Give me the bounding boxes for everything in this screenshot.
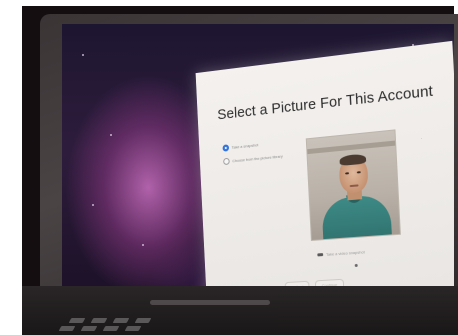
photo: Select a Picture For This Account Take a… bbox=[0, 0, 458, 335]
star bbox=[142, 244, 144, 246]
star bbox=[110, 134, 112, 136]
keyboard-key bbox=[112, 318, 130, 323]
keyboard-key bbox=[124, 326, 142, 331]
wall-trim bbox=[307, 140, 396, 155]
keyboard-key bbox=[58, 326, 76, 331]
laptop-screen: Select a Picture For This Account Take a… bbox=[62, 24, 454, 306]
keyboard-key bbox=[90, 318, 108, 323]
radio-selected-icon[interactable] bbox=[222, 144, 230, 152]
setup-dialog: Select a Picture For This Account Take a… bbox=[195, 40, 454, 301]
camera-icon bbox=[317, 253, 324, 257]
page-indicator-dot bbox=[354, 263, 358, 268]
snapshot-caption[interactable]: Take a video snapshot bbox=[317, 249, 365, 257]
laptop-hinge bbox=[150, 300, 270, 305]
dialog-title: Select a Picture For This Account bbox=[216, 82, 434, 124]
radio-unselected-icon[interactable] bbox=[223, 157, 230, 166]
option-label: Take a snapshot bbox=[231, 142, 259, 150]
option-label: Choose from the picture library bbox=[232, 153, 283, 164]
star bbox=[82, 54, 84, 56]
keyboard-key bbox=[102, 326, 120, 331]
option-choose-library[interactable]: Choose from the picture library bbox=[223, 153, 283, 166]
snapshot-preview bbox=[305, 129, 401, 241]
option-take-snapshot[interactable]: Take a snapshot bbox=[222, 141, 259, 152]
star bbox=[92, 204, 94, 206]
keyboard-key bbox=[80, 326, 98, 331]
keyboard-key bbox=[134, 318, 152, 323]
keyboard-key bbox=[68, 318, 86, 323]
caption-label: Take a video snapshot bbox=[325, 249, 365, 257]
